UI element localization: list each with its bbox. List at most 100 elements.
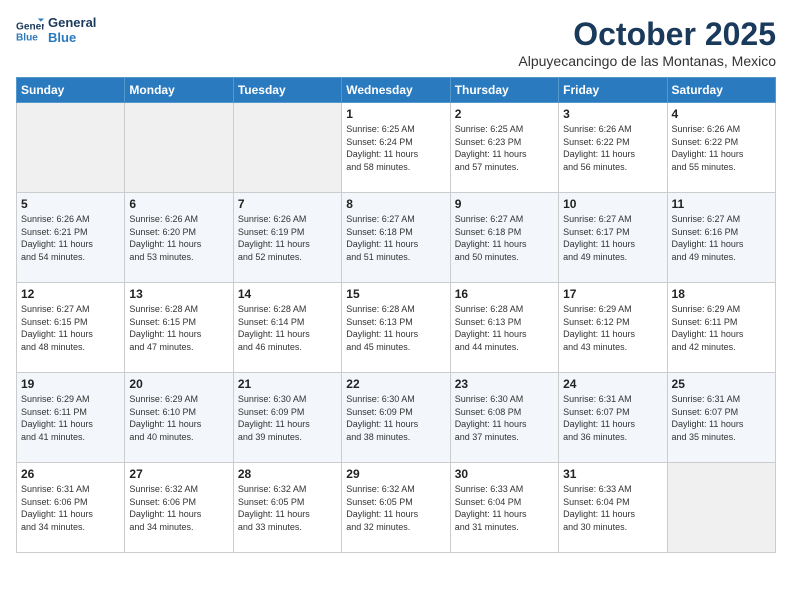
week-row-4: 19 Sunrise: 6:29 AM Sunset: 6:11 PM Dayli…: [17, 373, 776, 463]
week-row-5: 26 Sunrise: 6:31 AM Sunset: 6:06 PM Dayli…: [17, 463, 776, 553]
calendar-cell: 22Sunrise: 6:30 AM Sunset: 6:09 PM Dayli…: [342, 373, 450, 463]
calendar-cell: 21 Sunrise: 6:30 AM Sunset: 6:09 PM Dayli…: [233, 373, 341, 463]
week-row-2: 5 Sunrise: 6:26 AM Sunset: 6:21 PM Daylig…: [17, 193, 776, 283]
calendar-cell: 23Sunrise: 6:30 AM Sunset: 6:08 PM Dayli…: [450, 373, 558, 463]
day-info: Sunrise: 6:27 AM Sunset: 6:15 PM Dayligh…: [21, 303, 120, 353]
weekday-header-thursday: Thursday: [450, 78, 558, 103]
day-info: Sunrise: 6:30 AM Sunset: 6:09 PM Dayligh…: [238, 393, 337, 443]
day-info: Sunrise: 6:29 AM Sunset: 6:12 PM Dayligh…: [563, 303, 662, 353]
day-info: Sunrise: 6:27 AM Sunset: 6:16 PM Dayligh…: [672, 213, 771, 263]
day-info: Sunrise: 6:29 AM Sunset: 6:11 PM Dayligh…: [672, 303, 771, 353]
calendar-cell: 14 Sunrise: 6:28 AM Sunset: 6:14 PM Dayli…: [233, 283, 341, 373]
calendar-cell: 3 Sunrise: 6:26 AM Sunset: 6:22 PM Daylig…: [559, 103, 667, 193]
weekday-header-tuesday: Tuesday: [233, 78, 341, 103]
day-number: 28: [238, 467, 337, 481]
day-number: 18: [672, 287, 771, 301]
day-info: Sunrise: 6:29 AM Sunset: 6:10 PM Dayligh…: [129, 393, 228, 443]
day-info: Sunrise: 6:33 AM Sunset: 6:04 PM Dayligh…: [455, 483, 554, 533]
calendar-cell: [17, 103, 125, 193]
calendar-cell: [667, 463, 775, 553]
calendar-cell: 30 Sunrise: 6:33 AM Sunset: 6:04 PM Dayli…: [450, 463, 558, 553]
day-number: 5: [21, 197, 120, 211]
logo-text-general: General: [48, 16, 96, 31]
calendar-cell: 17 Sunrise: 6:29 AM Sunset: 6:12 PM Dayli…: [559, 283, 667, 373]
day-info: Sunrise: 6:32 AM Sunset: 6:06 PM Dayligh…: [129, 483, 228, 533]
logo: General Blue General Blue: [16, 16, 96, 46]
calendar-cell: 27 Sunrise: 6:32 AM Sunset: 6:06 PM Dayli…: [125, 463, 233, 553]
day-number: 7: [238, 197, 337, 211]
calendar-cell: 29 Sunrise: 6:32 AM Sunset: 6:05 PM Dayli…: [342, 463, 450, 553]
calendar-cell: 19 Sunrise: 6:29 AM Sunset: 6:11 PM Dayli…: [17, 373, 125, 463]
calendar-cell: 16 Sunrise: 6:28 AM Sunset: 6:13 PM Dayli…: [450, 283, 558, 373]
calendar-cell: 28 Sunrise: 6:32 AM Sunset: 6:05 PM Dayli…: [233, 463, 341, 553]
day-info: Sunrise: 6:27 AM Sunset: 6:18 PM Dayligh…: [455, 213, 554, 263]
month-title: October 2025: [518, 16, 776, 53]
logo-icon: General Blue: [16, 17, 44, 45]
day-info: Sunrise: 6:28 AM Sunset: 6:15 PM Dayligh…: [129, 303, 228, 353]
day-info: Sunrise: 6:29 AM Sunset: 6:11 PM Dayligh…: [21, 393, 120, 443]
logo-text-blue: Blue: [48, 31, 96, 46]
weekday-header-sunday: Sunday: [17, 78, 125, 103]
calendar-cell: 12 Sunrise: 6:27 AM Sunset: 6:15 PM Dayli…: [17, 283, 125, 373]
day-number: 3: [563, 107, 662, 121]
day-info: Sunrise: 6:30 AM Sunset: 6:08 PM Dayligh…: [455, 393, 554, 443]
calendar-cell: 24 Sunrise: 6:31 AM Sunset: 6:07 PM Dayli…: [559, 373, 667, 463]
day-number: 25: [672, 377, 771, 391]
week-row-1: 1Sunrise: 6:25 AM Sunset: 6:24 PM Daylig…: [17, 103, 776, 193]
day-info: Sunrise: 6:31 AM Sunset: 6:07 PM Dayligh…: [672, 393, 771, 443]
weekday-header-wednesday: Wednesday: [342, 78, 450, 103]
day-number: 9: [455, 197, 554, 211]
calendar-cell: 8 Sunrise: 6:27 AM Sunset: 6:18 PM Daylig…: [342, 193, 450, 283]
calendar-cell: 18 Sunrise: 6:29 AM Sunset: 6:11 PM Dayli…: [667, 283, 775, 373]
day-number: 20: [129, 377, 228, 391]
calendar-cell: 31Sunrise: 6:33 AM Sunset: 6:04 PM Dayli…: [559, 463, 667, 553]
calendar-cell: 11 Sunrise: 6:27 AM Sunset: 6:16 PM Dayli…: [667, 193, 775, 283]
day-number: 14: [238, 287, 337, 301]
day-number: 13: [129, 287, 228, 301]
day-info: Sunrise: 6:27 AM Sunset: 6:18 PM Dayligh…: [346, 213, 445, 263]
calendar-cell: 2Sunrise: 6:25 AM Sunset: 6:23 PM Daylig…: [450, 103, 558, 193]
day-number: 8: [346, 197, 445, 211]
day-number: 15: [346, 287, 445, 301]
day-number: 31: [563, 467, 662, 481]
day-info: Sunrise: 6:26 AM Sunset: 6:21 PM Dayligh…: [21, 213, 120, 263]
day-number: 4: [672, 107, 771, 121]
day-number: 30: [455, 467, 554, 481]
day-number: 16: [455, 287, 554, 301]
calendar-cell: 9 Sunrise: 6:27 AM Sunset: 6:18 PM Daylig…: [450, 193, 558, 283]
day-number: 21: [238, 377, 337, 391]
weekday-header-monday: Monday: [125, 78, 233, 103]
calendar-cell: 13 Sunrise: 6:28 AM Sunset: 6:15 PM Dayli…: [125, 283, 233, 373]
calendar-cell: 7Sunrise: 6:26 AM Sunset: 6:19 PM Daylig…: [233, 193, 341, 283]
day-info: Sunrise: 6:31 AM Sunset: 6:07 PM Dayligh…: [563, 393, 662, 443]
day-info: Sunrise: 6:26 AM Sunset: 6:22 PM Dayligh…: [563, 123, 662, 173]
calendar-cell: 15 Sunrise: 6:28 AM Sunset: 6:13 PM Dayli…: [342, 283, 450, 373]
calendar-cell: 20 Sunrise: 6:29 AM Sunset: 6:10 PM Dayli…: [125, 373, 233, 463]
day-info: Sunrise: 6:32 AM Sunset: 6:05 PM Dayligh…: [238, 483, 337, 533]
day-number: 26: [21, 467, 120, 481]
day-info: Sunrise: 6:28 AM Sunset: 6:14 PM Dayligh…: [238, 303, 337, 353]
day-info: Sunrise: 6:27 AM Sunset: 6:17 PM Dayligh…: [563, 213, 662, 263]
day-number: 17: [563, 287, 662, 301]
svg-text:General: General: [16, 21, 44, 32]
day-info: Sunrise: 6:28 AM Sunset: 6:13 PM Dayligh…: [346, 303, 445, 353]
day-info: Sunrise: 6:32 AM Sunset: 6:05 PM Dayligh…: [346, 483, 445, 533]
day-info: Sunrise: 6:28 AM Sunset: 6:13 PM Dayligh…: [455, 303, 554, 353]
day-number: 11: [672, 197, 771, 211]
day-number: 19: [21, 377, 120, 391]
calendar-cell: 25 Sunrise: 6:31 AM Sunset: 6:07 PM Dayli…: [667, 373, 775, 463]
day-info: Sunrise: 6:30 AM Sunset: 6:09 PM Dayligh…: [346, 393, 445, 443]
day-info: Sunrise: 6:31 AM Sunset: 6:06 PM Dayligh…: [21, 483, 120, 533]
day-info: Sunrise: 6:25 AM Sunset: 6:24 PM Dayligh…: [346, 123, 445, 173]
day-number: 12: [21, 287, 120, 301]
day-number: 2: [455, 107, 554, 121]
day-number: 24: [563, 377, 662, 391]
day-number: 29: [346, 467, 445, 481]
calendar-cell: 10Sunrise: 6:27 AM Sunset: 6:17 PM Dayli…: [559, 193, 667, 283]
day-number: 27: [129, 467, 228, 481]
location-subtitle: Alpuyecancingo de las Montanas, Mexico: [518, 53, 776, 69]
day-info: Sunrise: 6:26 AM Sunset: 6:22 PM Dayligh…: [672, 123, 771, 173]
calendar-cell: 4 Sunrise: 6:26 AM Sunset: 6:22 PM Daylig…: [667, 103, 775, 193]
calendar-cell: 5 Sunrise: 6:26 AM Sunset: 6:21 PM Daylig…: [17, 193, 125, 283]
calendar-cell: [233, 103, 341, 193]
